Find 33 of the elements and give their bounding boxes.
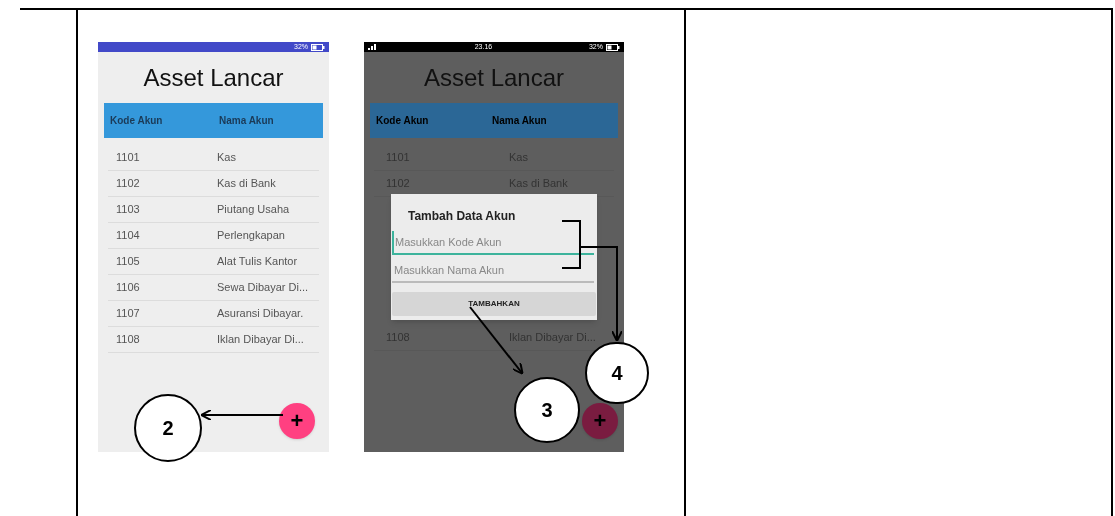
step-number: 4 <box>585 342 649 404</box>
table-cell-text: Perlengkapan <box>217 228 285 244</box>
bracket <box>561 220 581 269</box>
table-cell-text: 1106 <box>115 280 141 296</box>
screen-title: Asset Lancar <box>142 64 285 92</box>
table-cell-text: 1108 <box>115 332 141 348</box>
table-cell-text: Kas <box>217 150 236 166</box>
table-cell-text: 1105 <box>115 254 141 270</box>
signal-icon <box>368 44 378 50</box>
dialog-title: Tambah Data Akun <box>407 208 517 225</box>
table-cell-text: Piutang Usaha <box>217 202 290 218</box>
add-button[interactable]: TAMBAHKAN <box>392 292 596 316</box>
table-cell-text: Alat Tulis Kantor <box>217 254 298 270</box>
column-header: Nama Akun <box>219 114 274 128</box>
table-cell-text: 1103 <box>115 202 141 218</box>
screen-title: Asset Lancar <box>422 64 566 92</box>
leader-line <box>579 246 619 248</box>
column-header: Nama Akun <box>492 114 547 128</box>
column-header: Kode Akun <box>375 114 430 128</box>
table-cell-text: Sewa Dibayar Di... <box>217 280 309 296</box>
battery-icon <box>606 43 620 51</box>
table-cell-text: 1107 <box>115 306 141 322</box>
table-cell-text: 1102 <box>115 176 141 192</box>
table-cell-text: 1104 <box>115 228 141 244</box>
input-field[interactable]: Masukkan Nama Akun <box>392 259 594 283</box>
column-header: Kode Akun <box>109 114 164 128</box>
input-field[interactable]: Masukkan Kode Akun <box>392 231 594 255</box>
table-cell-text: Iklan Dibayar Di... <box>217 332 304 348</box>
table-cell-text: Kas di Bank <box>217 176 276 192</box>
battery-icon <box>311 43 325 51</box>
table-cell-text: Asuransi Dibayar. <box>217 306 304 322</box>
add-fab[interactable]: + <box>279 403 315 439</box>
table-cell-text: 1101 <box>115 150 141 166</box>
